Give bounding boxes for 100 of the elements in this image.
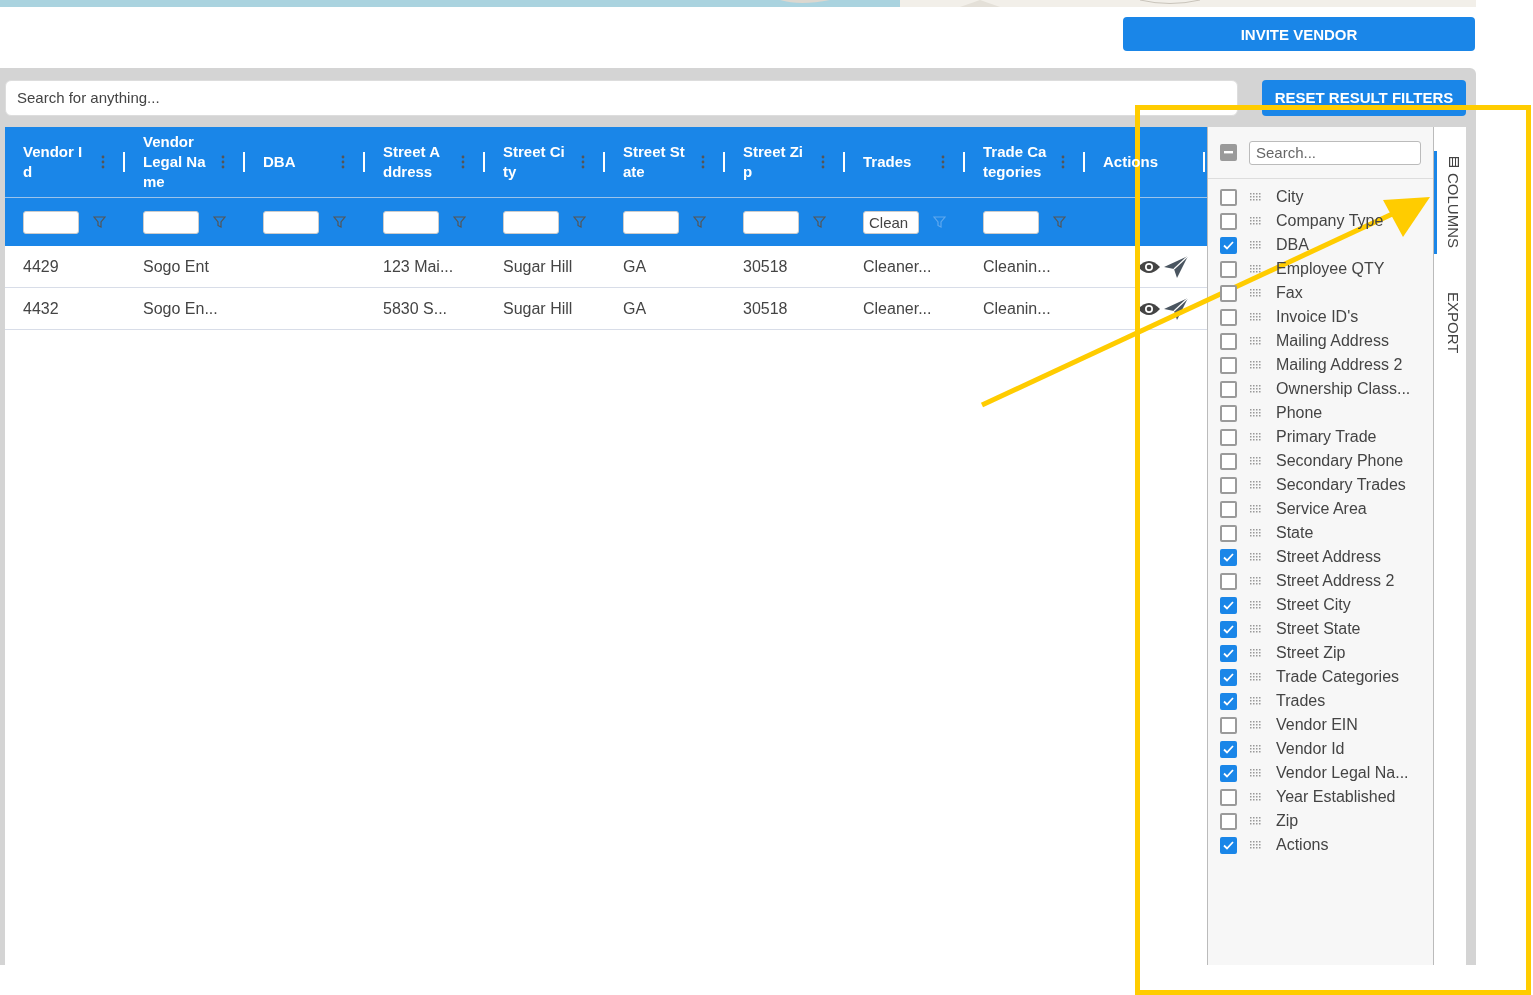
checkbox[interactable] (1220, 188, 1237, 206)
column-option[interactable]: Street Zip (1276, 644, 1346, 662)
column-option[interactable]: Secondary Trades (1276, 476, 1406, 494)
drag-handle-icon[interactable] (1250, 721, 1262, 729)
filter-field[interactable] (743, 210, 799, 234)
drag-handle-icon[interactable] (1250, 841, 1262, 849)
menu-dots-icon[interactable] (221, 155, 225, 169)
menu-dots-icon[interactable] (341, 155, 345, 169)
side-tab[interactable]: COLUMNS (1434, 151, 1465, 254)
column-option[interactable]: Secondary Phone (1276, 452, 1404, 470)
column-header[interactable]: Trade Categories (983, 142, 1047, 182)
drag-handle-icon[interactable] (1250, 577, 1262, 585)
checkbox[interactable] (1220, 428, 1237, 446)
drag-handle-icon[interactable] (1250, 529, 1262, 537)
drag-handle-icon[interactable] (1250, 601, 1262, 609)
drag-handle-icon[interactable] (1250, 361, 1262, 369)
drag-handle-icon[interactable] (1250, 505, 1262, 513)
checkbox[interactable] (1220, 236, 1237, 254)
column-option[interactable]: Phone (1276, 404, 1323, 422)
column-option[interactable]: State (1276, 524, 1314, 542)
drag-handle-icon[interactable] (1250, 817, 1262, 825)
drag-handle-icon[interactable] (1250, 313, 1262, 321)
drag-handle-icon[interactable] (1250, 457, 1262, 465)
filter-icon[interactable] (1053, 216, 1066, 228)
menu-dots-icon[interactable] (821, 155, 825, 169)
checkbox[interactable] (1220, 572, 1237, 590)
checkbox[interactable] (1220, 740, 1237, 758)
column-option[interactable]: Service Area (1276, 500, 1367, 518)
checkbox[interactable] (1220, 716, 1237, 734)
column-option[interactable]: Trade Categories (1276, 668, 1400, 686)
checkbox[interactable] (1220, 356, 1237, 374)
checkbox[interactable] (1220, 692, 1237, 710)
column-header[interactable]: Street City (503, 142, 567, 182)
invite-vendor-button[interactable]: INVITE VENDOR (1123, 17, 1475, 51)
column-option[interactable]: Vendor Legal Na... (1276, 764, 1409, 782)
filter-icon[interactable] (93, 216, 106, 228)
filter-icon[interactable] (693, 216, 706, 228)
column-option[interactable]: Fax (1276, 284, 1303, 302)
checkbox[interactable] (1220, 308, 1237, 326)
checkbox[interactable] (1220, 788, 1237, 806)
column-option[interactable]: Ownership Class... (1276, 380, 1411, 398)
drag-handle-icon[interactable] (1250, 625, 1262, 633)
column-option[interactable]: Vendor EIN (1276, 716, 1358, 734)
column-header[interactable]: Street State (623, 142, 687, 182)
column-option[interactable]: DBA (1276, 236, 1309, 254)
drag-handle-icon[interactable] (1250, 793, 1262, 801)
filter-field[interactable]: Clean (863, 210, 919, 234)
checkbox[interactable] (1220, 644, 1237, 662)
menu-dots-icon[interactable] (1061, 155, 1065, 169)
drag-handle-icon[interactable] (1250, 481, 1262, 489)
drag-handle-icon[interactable] (1250, 769, 1262, 777)
checkbox[interactable] (1220, 548, 1237, 566)
menu-dots-icon[interactable] (941, 155, 945, 169)
filter-field[interactable] (23, 210, 79, 234)
column-header[interactable]: Street Address (383, 142, 447, 182)
drag-handle-icon[interactable] (1250, 289, 1262, 297)
menu-dots-icon[interactable] (701, 155, 705, 169)
drag-handle-icon[interactable] (1250, 217, 1262, 225)
filter-field[interactable] (503, 210, 559, 234)
select-all-checkbox[interactable] (1220, 144, 1237, 161)
send-icon[interactable] (1163, 296, 1189, 321)
column-option[interactable]: Employee QTY (1276, 260, 1385, 278)
column-option[interactable]: Invoice ID's (1276, 308, 1359, 326)
checkbox[interactable] (1220, 500, 1237, 518)
drag-handle-icon[interactable] (1250, 409, 1262, 417)
checkbox[interactable] (1220, 380, 1237, 398)
drag-handle-icon[interactable] (1250, 433, 1262, 441)
column-header[interactable]: Vendor Legal Name (143, 132, 207, 192)
drag-handle-icon[interactable] (1250, 745, 1262, 753)
column-search-field[interactable]: Search... (1249, 140, 1421, 165)
checkbox[interactable] (1220, 404, 1237, 422)
send-icon[interactable] (1163, 254, 1189, 279)
drag-handle-icon[interactable] (1250, 553, 1262, 561)
column-header[interactable]: Street Zip (743, 142, 807, 182)
drag-handle-icon[interactable] (1250, 385, 1262, 393)
checkbox[interactable] (1220, 524, 1237, 542)
filter-field[interactable] (623, 210, 679, 234)
search-field[interactable]: Search for anything... (5, 79, 1238, 116)
checkbox[interactable] (1220, 284, 1237, 302)
column-option[interactable]: Year Established (1276, 788, 1396, 806)
column-option[interactable]: Primary Trade (1276, 428, 1377, 446)
drag-handle-icon[interactable] (1250, 241, 1262, 249)
checkbox[interactable] (1220, 212, 1237, 230)
filter-icon[interactable] (573, 216, 586, 228)
column-option[interactable]: Vendor Id (1276, 740, 1345, 758)
filter-icon[interactable] (813, 216, 826, 228)
filter-field[interactable] (143, 210, 199, 234)
column-header[interactable]: Vendor Id (23, 142, 87, 182)
column-option[interactable]: Trades (1276, 692, 1326, 710)
filter-field[interactable] (983, 210, 1039, 234)
drag-handle-icon[interactable] (1250, 265, 1262, 273)
filter-field[interactable] (263, 210, 319, 234)
menu-dots-icon[interactable] (101, 155, 105, 169)
menu-dots-icon[interactable] (461, 155, 465, 169)
eye-icon[interactable] (1137, 300, 1161, 317)
column-option[interactable]: Actions (1276, 836, 1329, 854)
eye-icon[interactable] (1137, 258, 1161, 275)
column-option[interactable]: Street State (1276, 620, 1361, 638)
checkbox[interactable] (1220, 332, 1237, 350)
checkbox[interactable] (1220, 596, 1237, 614)
